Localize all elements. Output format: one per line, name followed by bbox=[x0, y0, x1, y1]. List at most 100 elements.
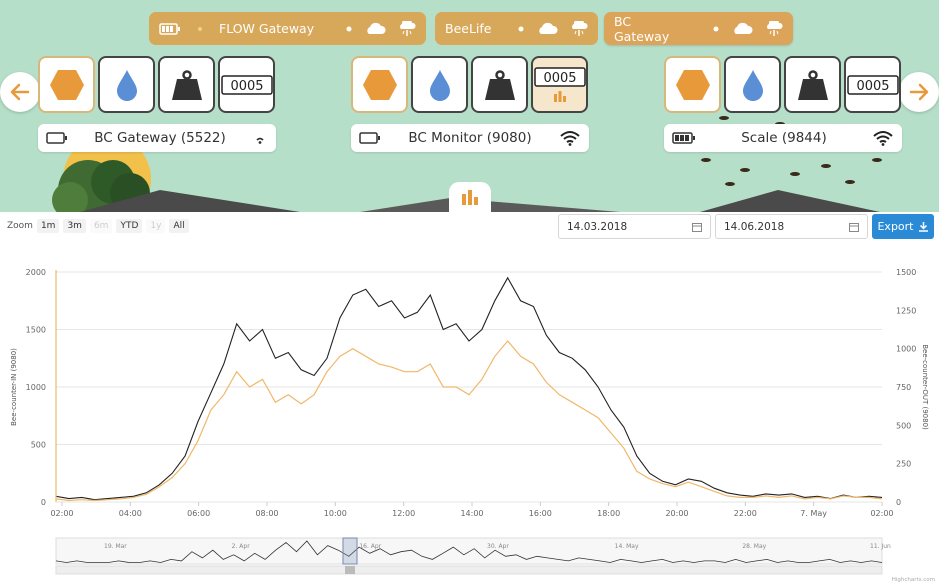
series-line-in bbox=[55, 276, 883, 501]
date-from-value: 14.03.2018 bbox=[567, 220, 628, 233]
navigator-date-label: 14. May bbox=[615, 543, 639, 550]
weight-tile[interactable] bbox=[471, 56, 528, 113]
counter-value: 0005 bbox=[230, 79, 263, 94]
battery-icon bbox=[359, 132, 380, 144]
gateway-name: BC Gateway bbox=[614, 13, 670, 44]
x-tick-label: 14:00 bbox=[460, 509, 483, 518]
counter-tile-selected[interactable]: 0005 bbox=[531, 56, 588, 113]
battery-icon bbox=[672, 132, 695, 144]
rain-cloud-icon bbox=[570, 20, 588, 37]
line-chart[interactable]: 0 500 1000 1500 2000 0 250 500 750 1000 1250 1500 02… bbox=[0, 245, 939, 565]
battery-icon bbox=[159, 22, 181, 35]
x-tick-label: 22:00 bbox=[734, 509, 757, 518]
water-drop-icon bbox=[742, 69, 763, 101]
y-left-tick-label: 0 bbox=[41, 498, 46, 507]
hive-tile[interactable] bbox=[664, 56, 721, 113]
bar-chart-icon bbox=[553, 91, 566, 102]
wifi-icon bbox=[560, 131, 580, 146]
y-right-tick-label: 1500 bbox=[896, 268, 916, 277]
counter-tile[interactable]: 0005 bbox=[218, 56, 275, 113]
y-right-tick-label: 0 bbox=[896, 498, 901, 507]
x-tick-label: 02:00 bbox=[870, 509, 893, 518]
water-drop-icon bbox=[116, 69, 137, 101]
x-tick-label: 06:00 bbox=[187, 509, 210, 518]
device-name: BC Gateway (5522) bbox=[94, 130, 226, 146]
x-tick-label: 08:00 bbox=[255, 509, 278, 518]
device-label-1[interactable]: BC Gateway (5522) bbox=[38, 124, 276, 152]
device-label-3[interactable]: Scale (9844) bbox=[664, 124, 902, 152]
zoom-6m-button[interactable]: 6m bbox=[89, 219, 113, 233]
gateway-name: FLOW Gateway bbox=[219, 21, 315, 36]
cloud-icon bbox=[536, 22, 558, 35]
zoom-3m-button[interactable]: 3m bbox=[63, 219, 86, 233]
navigator-range-handle[interactable] bbox=[342, 537, 358, 565]
y-left-tick-label: 2000 bbox=[26, 268, 46, 277]
chart-view-tab[interactable] bbox=[449, 182, 491, 212]
humidity-tile[interactable] bbox=[724, 56, 781, 113]
x-tick-label: 16:00 bbox=[529, 509, 552, 518]
calendar-icon bbox=[849, 222, 859, 232]
humidity-tile[interactable] bbox=[411, 56, 468, 113]
date-to-value: 14.06.2018 bbox=[724, 220, 785, 233]
hive-tile[interactable] bbox=[38, 56, 95, 113]
bar-chart-icon bbox=[462, 190, 478, 205]
x-tick-label: 18:00 bbox=[597, 509, 620, 518]
humidity-tile[interactable] bbox=[98, 56, 155, 113]
hexagon-icon bbox=[675, 69, 710, 100]
device-name: Scale (9844) bbox=[741, 130, 827, 146]
navigator-date-label: 30. Apr bbox=[487, 543, 509, 550]
hexagon-icon bbox=[362, 69, 397, 100]
prev-device-button[interactable] bbox=[0, 72, 40, 112]
y-left-axis-label: Bee-counter-IN (9080) bbox=[10, 348, 18, 426]
battery-icon bbox=[46, 132, 67, 144]
navigator-background bbox=[55, 537, 883, 565]
device-label-2[interactable]: BC Monitor (9080) bbox=[351, 124, 589, 152]
navigator-date-label: 16. Apr bbox=[359, 543, 381, 550]
gateway-pill-beelife[interactable]: BeeLife bbox=[435, 12, 598, 45]
x-tick-label: 12:00 bbox=[392, 509, 415, 518]
wifi-icon bbox=[256, 137, 264, 144]
y-right-tick-label: 750 bbox=[896, 383, 911, 392]
counter-icon: 0005 bbox=[220, 74, 273, 95]
y-right-tick-label: 1000 bbox=[896, 345, 916, 354]
status-dot-icon bbox=[713, 26, 719, 32]
navigator-scrollbar-thumb[interactable] bbox=[345, 566, 355, 574]
zoom-1y-button[interactable]: 1y bbox=[146, 219, 166, 233]
weight-icon bbox=[797, 69, 828, 100]
y-left-tick-label: 1500 bbox=[26, 326, 46, 335]
hive-tile[interactable] bbox=[351, 56, 408, 113]
counter-icon: 0005 bbox=[533, 67, 586, 87]
counter-tile[interactable]: 0005 bbox=[844, 56, 901, 113]
weight-tile[interactable] bbox=[784, 56, 841, 113]
navigator-date-label: 11. Jun bbox=[870, 543, 891, 550]
export-button[interactable]: Export bbox=[872, 214, 934, 239]
y-left-tick-label: 500 bbox=[31, 441, 46, 450]
next-device-button[interactable] bbox=[899, 72, 939, 112]
zoom-1m-button[interactable]: 1m bbox=[36, 219, 60, 233]
sun-icon bbox=[193, 22, 207, 36]
status-dot-icon bbox=[518, 26, 524, 32]
date-to-input[interactable]: 14.06.2018 bbox=[715, 214, 868, 239]
zoom-controls: Zoom 1m 3m 6m YTD 1y All bbox=[7, 219, 189, 233]
hexagon-icon bbox=[49, 69, 84, 100]
gateway-name: BeeLife bbox=[445, 21, 492, 36]
weight-tile[interactable] bbox=[158, 56, 215, 113]
weight-icon bbox=[171, 69, 202, 100]
y-left-tick-label: 1000 bbox=[26, 383, 46, 392]
date-from-input[interactable]: 14.03.2018 bbox=[558, 214, 711, 239]
status-dot-icon bbox=[346, 26, 352, 32]
zoom-ytd-button[interactable]: YTD bbox=[116, 219, 143, 233]
chart-navigator[interactable]: 19. Mar 2. Apr 16. Apr 30. Apr 14. May 28. Ma… bbox=[0, 535, 939, 577]
rain-cloud-icon bbox=[765, 20, 783, 37]
gateway-pill-bc[interactable]: BC Gateway bbox=[604, 12, 793, 45]
counter-icon: 0005 bbox=[846, 74, 899, 95]
wifi-icon bbox=[873, 131, 893, 146]
arrow-left-icon bbox=[10, 83, 30, 101]
weight-icon bbox=[484, 69, 515, 100]
device-header: FLOW Gateway BeeLife BC Gateway 0005 BC … bbox=[0, 0, 939, 212]
rain-cloud-icon bbox=[398, 20, 416, 37]
counter-value: 0005 bbox=[856, 79, 889, 94]
zoom-all-button[interactable]: All bbox=[169, 219, 189, 233]
water-drop-icon bbox=[429, 69, 450, 101]
gateway-pill-flow[interactable]: FLOW Gateway bbox=[149, 12, 426, 45]
